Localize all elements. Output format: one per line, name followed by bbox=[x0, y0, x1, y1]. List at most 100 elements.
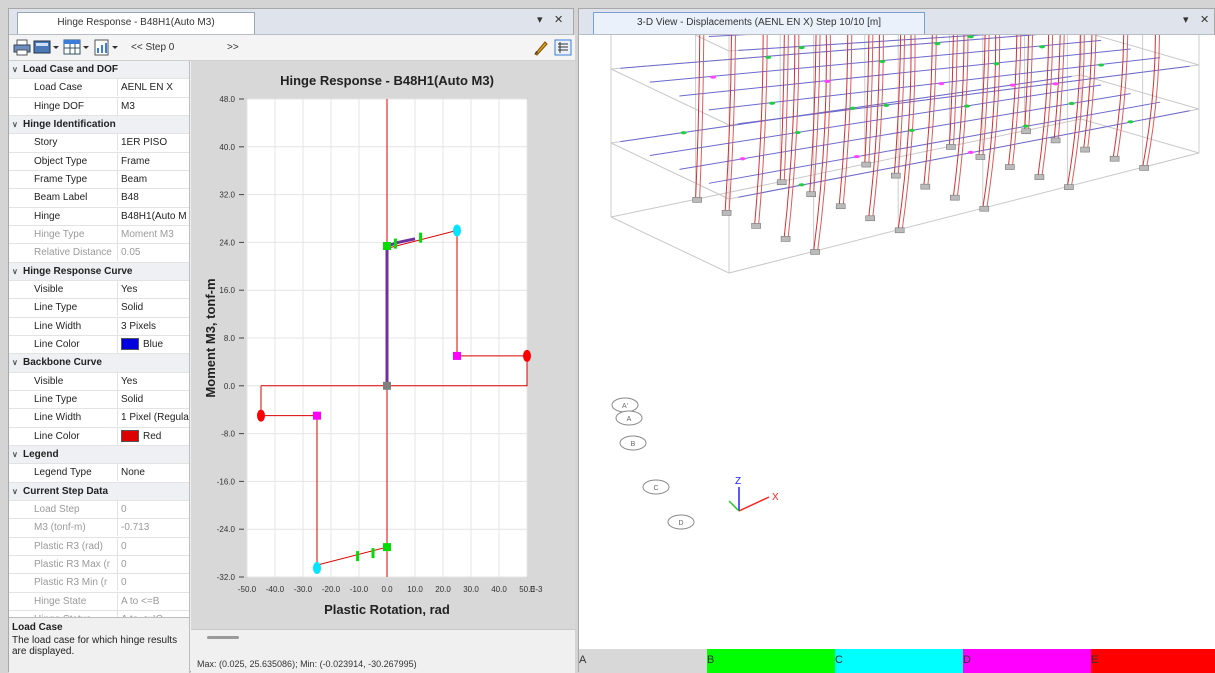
pin-dropdown-icon[interactable]: ▾ bbox=[537, 13, 543, 26]
hinge-marker bbox=[938, 81, 945, 86]
property-value[interactable]: Solid bbox=[117, 299, 189, 317]
property-row[interactable]: Hinge B48H1(Auto M bbox=[9, 207, 189, 226]
property-value: 0 bbox=[117, 555, 189, 573]
hinge-chart-area: 48.0 40.0 32.0 24.0 16.0 8.0 0.0 -8.0 -16.0 -24.0… bbox=[191, 61, 575, 629]
tab-hinge-response[interactable]: Hinge Response - B48H1(Auto M3) bbox=[17, 12, 255, 34]
property-value[interactable]: M3 bbox=[117, 97, 189, 115]
property-value-text: 1 Pixel (Regula bbox=[121, 412, 189, 424]
property-value[interactable]: Beam bbox=[117, 170, 189, 188]
property-value-text: B48H1(Auto M bbox=[121, 210, 187, 222]
support-symbol bbox=[692, 197, 702, 203]
close-icon[interactable]: ✕ bbox=[554, 13, 563, 26]
hinge-state-marker bbox=[383, 241, 391, 250]
y-tick-label: -32.0 bbox=[217, 573, 236, 582]
property-value[interactable]: Frame bbox=[117, 152, 189, 170]
column-line bbox=[952, 0, 959, 147]
property-value[interactable]: 1ER PISO bbox=[117, 134, 189, 152]
3d-model-viewport[interactable]: A' A B C D X Z bbox=[579, 0, 1215, 649]
property-row[interactable]: Line Color Blue bbox=[9, 335, 189, 355]
pencil-icon[interactable] bbox=[532, 39, 550, 56]
hinge-response-panel: Hinge Response - B48H1(Auto M3) ▾ ✕ << S… bbox=[8, 8, 575, 673]
property-row[interactable]: Line Color Red bbox=[9, 427, 189, 446]
property-row[interactable]: Beam Label B48 bbox=[9, 189, 189, 208]
property-category[interactable]: ∨ Backbone Curve bbox=[9, 354, 189, 373]
hinge-marker bbox=[963, 104, 970, 108]
property-key: Story bbox=[34, 137, 58, 149]
legend-label: D bbox=[963, 654, 971, 666]
support-symbol bbox=[975, 154, 986, 160]
property-row[interactable]: Object Type Frame bbox=[9, 152, 189, 171]
support-symbol bbox=[1064, 184, 1074, 190]
property-value: Moment M3 bbox=[117, 225, 189, 243]
property-value[interactable]: B48 bbox=[117, 189, 189, 207]
property-row[interactable]: Line Width 1 Pixel (Regula bbox=[9, 409, 189, 428]
property-row[interactable]: Visible Yes bbox=[9, 280, 189, 300]
x-unit-suffix: E-3 bbox=[530, 585, 543, 594]
property-value[interactable]: B48H1(Auto M bbox=[117, 207, 189, 225]
support-symbol bbox=[894, 227, 905, 234]
property-row[interactable]: Visible Yes bbox=[9, 372, 189, 391]
hinge-marker bbox=[794, 130, 801, 135]
print-icon[interactable] bbox=[13, 39, 31, 56]
column-line bbox=[1083, 0, 1093, 150]
property-value[interactable]: 3 Pixels bbox=[117, 317, 189, 335]
color-swatch[interactable] bbox=[121, 429, 139, 442]
property-value[interactable]: 1 Pixel (Regula bbox=[117, 409, 189, 427]
property-row: Plastic R3 (rad) 0 bbox=[9, 537, 189, 556]
color-swatch[interactable] bbox=[121, 338, 139, 351]
property-row[interactable]: Line Type Solid bbox=[9, 390, 189, 410]
property-value[interactable]: Yes bbox=[117, 280, 189, 298]
close-icon[interactable]: ✕ bbox=[1200, 13, 1209, 26]
property-category[interactable]: ∨ Load Case and DOF bbox=[9, 61, 189, 80]
property-category[interactable]: ∨ Hinge Identification bbox=[9, 115, 189, 135]
property-row[interactable]: Line Type Solid bbox=[9, 299, 189, 318]
property-key: Line Type bbox=[34, 393, 78, 405]
property-row[interactable]: Frame Type Beam bbox=[9, 170, 189, 190]
property-value[interactable]: None bbox=[117, 464, 189, 482]
frame-line bbox=[610, 216, 730, 274]
property-value[interactable]: AENL EN X bbox=[117, 79, 189, 97]
property-row[interactable]: Line Width 3 Pixels bbox=[9, 317, 189, 336]
property-key: Visible bbox=[34, 283, 64, 295]
property-value-text: Solid bbox=[121, 302, 144, 314]
tab-3d-view[interactable]: 3-D View - Displacements (AENL EN X) Ste… bbox=[593, 12, 925, 34]
property-value-text: 1ER PISO bbox=[121, 137, 168, 149]
property-key: M3 (tonf-m) bbox=[34, 522, 86, 534]
property-key: Plastic R3 Max (r bbox=[34, 558, 111, 570]
hinge-step-tick bbox=[393, 238, 397, 249]
property-value-text: Red bbox=[143, 430, 162, 442]
property-value[interactable]: Red bbox=[117, 427, 189, 445]
hinge-marker bbox=[849, 106, 856, 110]
property-grid-icon[interactable] bbox=[554, 39, 572, 56]
legend-label: A bbox=[579, 654, 587, 666]
property-key: Hinge State bbox=[34, 595, 87, 607]
column-line bbox=[1057, 0, 1066, 140]
column-line bbox=[787, 0, 800, 239]
support-symbol bbox=[861, 161, 872, 168]
building-model-drawing[interactable]: A'ABCDXZ bbox=[579, 0, 1215, 649]
property-value[interactable]: Blue bbox=[117, 335, 189, 353]
property-row[interactable]: Load Case AENL EN X bbox=[9, 79, 189, 98]
property-value[interactable]: Solid bbox=[117, 390, 189, 408]
property-row[interactable]: Legend Type None bbox=[9, 464, 189, 483]
property-category[interactable]: ∨ Hinge Response Curve bbox=[9, 262, 189, 281]
column-line bbox=[1146, 0, 1160, 168]
property-row[interactable]: Hinge DOF M3 bbox=[9, 97, 189, 116]
step-back-button[interactable]: << Step 0 bbox=[131, 42, 174, 53]
property-category[interactable]: ∨ Legend bbox=[9, 445, 189, 465]
hinge-marker bbox=[1068, 101, 1075, 106]
beam-line bbox=[679, 93, 1131, 170]
chart-options-icon[interactable] bbox=[93, 39, 119, 56]
step-forward-button[interactable]: >> bbox=[227, 42, 239, 53]
property-value: 0 bbox=[117, 500, 189, 518]
property-category[interactable]: ∨ Current Step Data bbox=[9, 482, 189, 501]
property-value[interactable]: Yes bbox=[117, 372, 189, 390]
splitter-grip[interactable] bbox=[207, 636, 239, 639]
pin-dropdown-icon[interactable]: ▾ bbox=[1183, 13, 1189, 26]
property-row[interactable]: Story 1ER PISO bbox=[9, 134, 189, 153]
grid-bubble-label: C bbox=[653, 485, 658, 492]
property-key: Visible bbox=[34, 375, 64, 387]
display-options-icon[interactable] bbox=[33, 39, 59, 56]
property-key: Frame Type bbox=[34, 173, 88, 185]
table-icon[interactable] bbox=[63, 39, 89, 56]
